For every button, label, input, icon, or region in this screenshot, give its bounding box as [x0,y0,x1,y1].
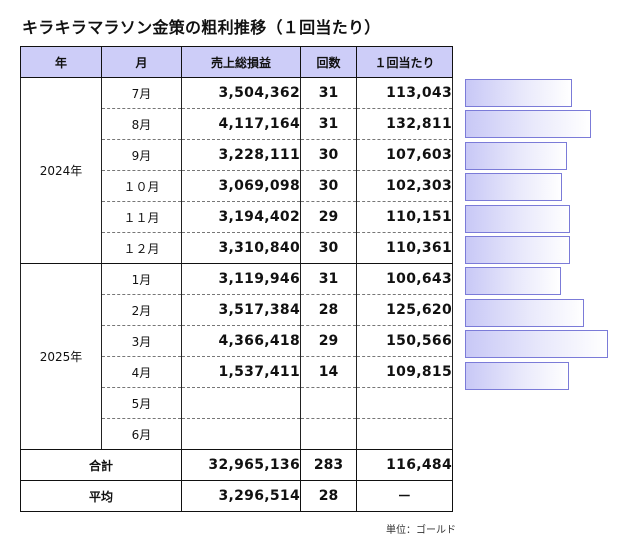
count-cell: 29 [300,201,357,233]
count-cell: 30 [300,139,357,171]
average-count: 28 [300,480,357,512]
count-cell: 31 [300,77,357,109]
average-per: － [356,480,453,512]
sales-cell [181,387,301,419]
per-run-cell: 110,361 [356,232,453,264]
per-run-bar [465,267,561,296]
per-run-bar [465,361,569,390]
header-year: 年 [20,46,102,78]
month-cell: 7月 [101,77,182,109]
count-cell: 31 [300,108,357,140]
month-cell: 3月 [101,325,182,357]
per-run-cell: 109,815 [356,356,453,388]
per-run-cell: 100,643 [356,263,453,295]
per-run-cell: 132,811 [356,108,453,140]
page-title: キラキラマラソン金策の粗利推移（１回当たり） [22,18,381,37]
per-run-bar [465,110,591,139]
total-count: 283 [300,449,357,481]
year-cell: 2025年 [20,263,102,450]
count-cell: 30 [300,170,357,202]
month-cell: 8月 [101,108,182,140]
per-run-cell: 113,043 [356,77,453,109]
per-run-bar [465,298,584,327]
sales-cell: 1,537,411 [181,356,301,388]
per-run-cell: 125,620 [356,294,453,326]
count-cell: 28 [300,294,357,326]
month-cell: 2月 [101,294,182,326]
total-label: 合計 [20,449,182,481]
average-label: 平均 [20,480,182,512]
month-cell: １２月 [101,232,182,264]
count-cell [300,418,357,450]
total-row: 合計 32,965,136 283 116,484 [20,449,453,481]
month-cell: 1月 [101,263,182,295]
sales-cell: 3,504,362 [181,77,301,109]
sales-cell: 4,366,418 [181,325,301,357]
year-cell: 2024年 [20,77,102,264]
sales-cell: 3,228,111 [181,139,301,171]
unit-label: 単位：ゴールド [386,525,456,536]
per-run-bar [465,204,570,233]
total-per: 116,484 [356,449,453,481]
table-row: 2024年 7月 3,504,362 31 113,043 [20,77,453,264]
table-row: 2025年 1月 3,119,946 31 100,643 [20,263,453,450]
per-run-cell [356,387,453,419]
per-run-bar [465,330,608,359]
month-cell: 4月 [101,356,182,388]
profit-table: 年 月 売上総損益 回数 １回当たり 2024年 7月 3,504,362 31 113… [20,46,453,512]
sales-cell: 3,119,946 [181,263,301,295]
per-run-bar [465,236,570,264]
count-cell: 31 [300,263,357,295]
average-row: 平均 3,296,514 28 － [20,480,453,512]
month-cell: １１月 [101,201,182,233]
monthly-rows: 2024年 7月 3,504,362 31 113,043 8月 4,117,164 31 13… [20,77,453,450]
per-run-cell: 150,566 [356,325,453,357]
month-cell: 6月 [101,418,182,450]
total-sales: 32,965,136 [181,449,301,481]
month-cell: 9月 [101,139,182,171]
month-cell: 5月 [101,387,182,419]
count-cell: 14 [300,356,357,388]
sales-cell: 3,069,098 [181,170,301,202]
sales-cell [181,418,301,450]
per-run-bar [465,173,562,202]
sales-cell: 4,117,164 [181,108,301,140]
table-header-row: 年 月 売上総損益 回数 １回当たり [20,46,453,78]
count-cell [300,387,357,419]
sales-cell: 3,194,402 [181,201,301,233]
per-run-bar [465,79,572,107]
average-sales: 3,296,514 [181,480,301,512]
sales-cell: 3,517,384 [181,294,301,326]
month-cell: １０月 [101,170,182,202]
header-month: 月 [101,46,182,78]
per-run-cell: 107,603 [356,139,453,171]
count-cell: 29 [300,325,357,357]
per-run-cell: 110,151 [356,201,453,233]
header-per: １回当たり [356,46,453,78]
per-run-cell: 102,303 [356,170,453,202]
count-cell: 30 [300,232,357,264]
per-run-bar [465,141,567,170]
header-sales: 売上総損益 [181,46,301,78]
sales-cell: 3,310,840 [181,232,301,264]
header-count: 回数 [300,46,357,78]
per-run-cell [356,418,453,450]
